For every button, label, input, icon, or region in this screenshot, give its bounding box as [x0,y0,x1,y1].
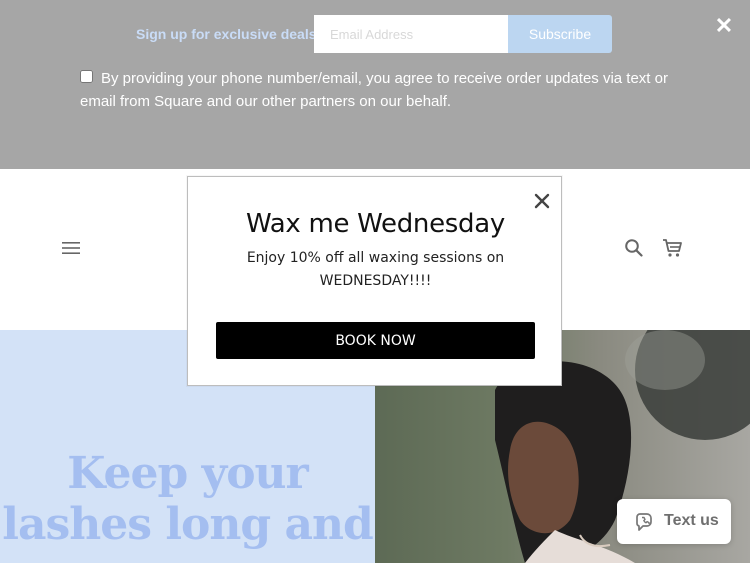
signup-banner: Sign up for exclusive deals! Subscribe ✕… [0,0,750,169]
consent-text: By providing your phone number/email, yo… [80,70,668,110]
text-us-label: Text us [664,512,719,529]
subscribe-button[interactable]: Subscribe [508,15,612,53]
book-now-button[interactable]: BOOK NOW [216,322,535,359]
text-us-button[interactable]: Text us [617,499,731,544]
close-icon[interactable]: ✕ [712,14,736,38]
close-icon[interactable] [533,192,551,210]
menu-icon[interactable] [61,241,81,255]
cart-icon[interactable] [661,237,683,259]
search-icon[interactable] [624,238,644,258]
hero-heading: Keep your lashes long and [2,448,373,550]
promo-modal: Wax me Wednesday Enjoy 10% off all waxin… [187,176,562,386]
signup-label: Sign up for exclusive deals! [136,26,322,42]
modal-title: Wax me Wednesday [246,209,505,239]
email-input[interactable] [314,15,508,53]
chat-phone-icon [636,513,652,531]
modal-description: Enjoy 10% off all waxing sessions on WED… [246,250,505,289]
